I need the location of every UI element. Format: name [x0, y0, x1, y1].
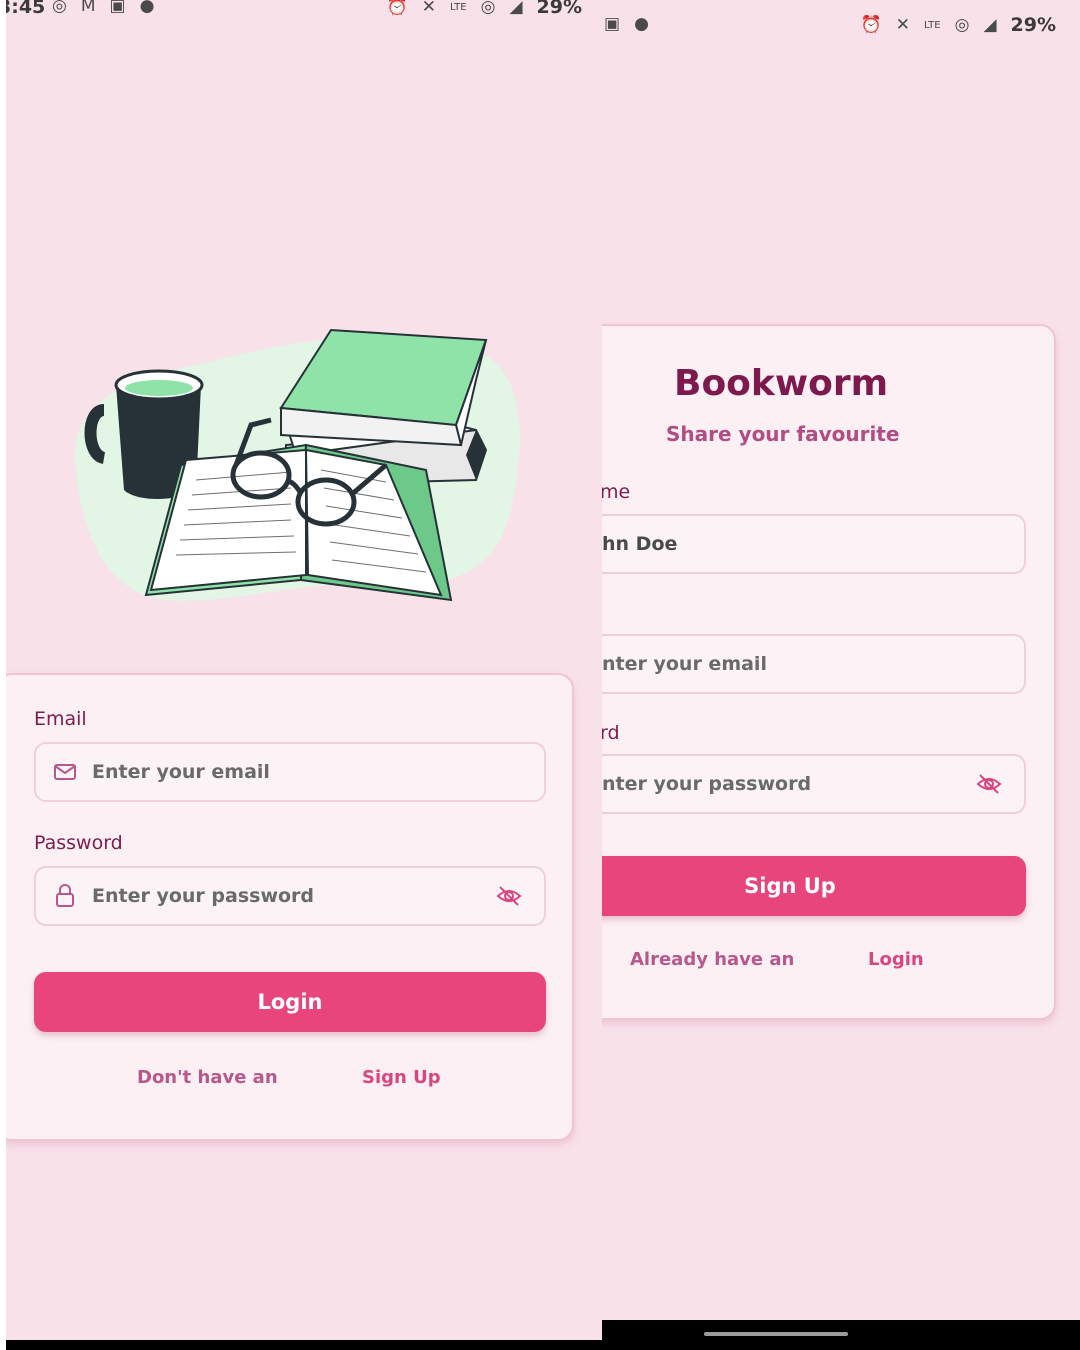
- whatsapp-icon: ●: [634, 14, 649, 34]
- mute-icon: ✕: [421, 0, 436, 17]
- mute-icon: ✕: [895, 15, 910, 35]
- volte-icon: LTE: [923, 19, 941, 31]
- navigation-bar: [6, 1340, 602, 1350]
- email-placeholder: nter your email: [602, 653, 767, 675]
- books-coffee-illustration: [74, 328, 520, 602]
- eye-off-icon[interactable]: [976, 771, 1002, 797]
- signal-5g-icon: ◢: [509, 0, 523, 17]
- status-time: 3:45: [6, 0, 46, 18]
- email-placeholder: Enter your email: [92, 761, 270, 783]
- app-title: Bookworm: [674, 363, 889, 404]
- login-screen: 3:45 ◎ M ▣ ● ⏰ ✕ LTE ◎ ◢ 29%: [6, 0, 602, 1350]
- password-placeholder: Enter your password: [92, 885, 315, 907]
- status-notification-icons: ◎ M ▣ ●: [52, 0, 154, 16]
- app-subtitle: Share your favourite: [666, 422, 900, 446]
- hotspot-icon: ◎: [954, 15, 970, 35]
- signal-5g-icon: ◢: [983, 15, 997, 35]
- hotspot-icon: ◎: [480, 0, 496, 17]
- battery-level: 29%: [536, 0, 582, 18]
- screenshot-icon: ▣: [109, 0, 126, 16]
- screenshot-icon: ▣: [604, 14, 621, 34]
- lock-icon: [56, 884, 74, 907]
- signup-screen: ▣ ● ⏰ ✕ LTE ◎ ◢ 29% Bookworm Share your …: [602, 0, 1080, 1350]
- name-label: me: [602, 481, 631, 503]
- password-field[interactable]: nter your password: [602, 754, 1026, 814]
- signup-card: Bookworm Share your favourite me hn Doe …: [602, 324, 1056, 1020]
- status-system-icons: ⏰ ✕ LTE ◎ ◢ 29%: [387, 0, 582, 18]
- login-card: Email Enter your email Password Enter yo…: [6, 673, 574, 1141]
- mail-icon: [54, 764, 76, 780]
- home-gesture-handle[interactable]: [704, 1332, 848, 1336]
- status-bar: ▣ ● ⏰ ✕ LTE ◎ ◢ 29%: [602, 0, 1080, 40]
- status-system-icons: ⏰ ✕ LTE ◎ ◢ 29%: [861, 14, 1056, 36]
- password-placeholder: nter your password: [602, 773, 812, 795]
- hotspot-icon: ◎: [52, 0, 67, 16]
- email-field[interactable]: Enter your email: [34, 742, 546, 802]
- eye-off-icon[interactable]: [496, 883, 522, 909]
- login-button[interactable]: Login: [34, 972, 546, 1032]
- navigation-bar: [602, 1320, 1080, 1350]
- name-field[interactable]: hn Doe: [602, 514, 1026, 574]
- volte-icon: LTE: [449, 1, 467, 13]
- email-field[interactable]: nter your email: [602, 634, 1026, 694]
- whatsapp-icon: ●: [139, 0, 155, 16]
- have-account-text: Already have an: [630, 949, 795, 970]
- no-account-text: Don't have an: [137, 1067, 278, 1088]
- password-label: rd: [602, 722, 620, 744]
- name-value: hn Doe: [602, 533, 678, 555]
- password-label: Password: [34, 832, 123, 854]
- password-field[interactable]: Enter your password: [34, 866, 546, 926]
- signup-link[interactable]: Sign Up: [362, 1067, 441, 1088]
- battery-level: 29%: [1010, 14, 1056, 36]
- email-label: Email: [34, 708, 87, 730]
- alarm-icon: ⏰: [386, 0, 408, 17]
- status-notification-icons: ▣ ●: [604, 14, 649, 34]
- open-book-icon: [144, 443, 453, 602]
- alarm-icon: ⏰: [860, 15, 882, 35]
- signup-button[interactable]: Sign Up: [602, 856, 1026, 916]
- gmail-icon: M: [80, 0, 96, 16]
- status-bar: 3:45 ◎ M ▣ ● ⏰ ✕ LTE ◎ ◢ 29%: [6, 0, 602, 40]
- login-link[interactable]: Login: [868, 949, 924, 970]
